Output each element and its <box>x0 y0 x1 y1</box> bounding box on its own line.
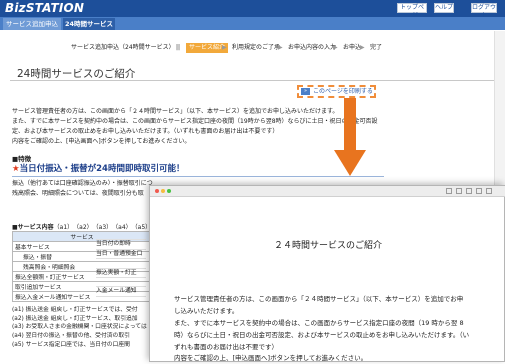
print-page-link[interactable]: » このページを印刷する <box>297 85 376 98</box>
print-preview-window: ２４時間サービスのご紹介 サービス管理責任者の方は、この画面から「２４時間サービ… <box>149 185 505 362</box>
features-desc: 振込（他行あては口座確認振込のみ）・振替取引につ <box>12 180 153 187</box>
step-terms: 利用規定のご了承 <box>232 44 281 51</box>
print-icon: » <box>301 88 310 95</box>
arrow-down-icon <box>344 98 356 150</box>
logout-link[interactable]: ログアウト <box>471 3 497 19</box>
step-indicator: サービス追加申込（24時間サービス） || サービス紹介 ▶ 利用規定のご了承 … <box>0 43 505 53</box>
step-apply: お申込 <box>343 44 362 51</box>
toolbar-icon[interactable] <box>476 188 482 194</box>
print-link-label: このページを印刷する <box>313 88 373 95</box>
service-table-heading: ■サービス内容（a1） （a2） （a3） （a4） （a5） <box>12 222 151 231</box>
table-cell <box>96 278 146 288</box>
top-header: BizSTATION トップページ ヘルプ ログアウト <box>0 0 505 19</box>
step-arrow-icon: ▶ <box>360 44 365 51</box>
preview-line: サービス管理責任者の方は、この画面から「２４時間サービス」（以下、本サービス）を… <box>174 295 464 303</box>
service-refs: （a1） （a2） （a3） （a4） （a5） <box>53 224 152 231</box>
table-cell: 振込実額・訂正 <box>96 269 146 278</box>
toolbar-icon[interactable] <box>466 188 472 194</box>
step-done: 完了 <box>370 44 383 51</box>
step-arrow-icon: ▶ <box>222 44 227 51</box>
service-desc-column: 当日付の即時 当日・普通預金口 振込実額・訂正 入金メール通知 <box>96 231 146 306</box>
features-desc: 残高照会、明細照会については、夜間取引分も取 <box>12 190 144 197</box>
maximize-icon[interactable] <box>167 189 171 193</box>
intro-line: 定、および本サービスの取止めをお申し込みいただけます。（いずれも書面のお届け出は… <box>12 128 279 135</box>
step-input: お申込内容の入力 <box>288 44 337 51</box>
service-notes: (a1) 振込送金 組戻し・訂正サービスでは、受付 (a2) 振込送金 組戻し・… <box>12 306 147 350</box>
service-heading-text: ■サービス内容 <box>12 224 54 231</box>
arrow-head-icon <box>334 150 366 176</box>
preview-line: 内容をご確認の上、[申込画面へ]ボタンを押してお進みください。 <box>174 354 368 362</box>
bizstation-logo: BizSTATION <box>5 1 85 15</box>
tab-service-add[interactable]: サービス追加申込 <box>3 18 61 30</box>
toolbar-icon[interactable] <box>456 188 462 194</box>
toolbar-icon[interactable] <box>446 188 452 194</box>
section-divider <box>12 176 384 177</box>
note-line: (a4) 翌日付の振込・振替の他、受付済の取引 <box>12 333 130 340</box>
preview-line: 時）ならびに土日・祝日の出金可否設定、および本サービスの取止めをお申し込みいただ… <box>174 331 470 339</box>
step-arrow-icon: ▶ <box>278 44 283 51</box>
tab-24h-service[interactable]: 24時間サービス <box>63 18 115 30</box>
help-link[interactable]: ヘルプ <box>434 3 454 13</box>
step-arrow-icon: ▶ <box>333 44 338 51</box>
toolbar-icon[interactable] <box>486 188 492 194</box>
preview-title: ２４時間サービスのご紹介 <box>273 241 382 251</box>
table-cell: 入金メール通知 <box>96 287 146 297</box>
table-cell: 当日・普通預金口 <box>96 250 146 260</box>
intro-line: また、すでに本サービスを契約中の場合は、この画面からサービス指定口座の夜間（19… <box>12 118 378 125</box>
features-highlight: ★当日付振込・振替が24時間即時取引可能！ <box>12 162 384 174</box>
steps-title: サービス追加申込（24時間サービス） <box>71 44 175 51</box>
title-divider <box>10 80 498 81</box>
highlight-text: 当日付振込・振替が24時間即時取引可能！ <box>19 164 185 174</box>
tab-bar: サービス追加申込 24時間サービス <box>0 17 505 30</box>
steps-separator: || <box>176 44 181 51</box>
note-line: (a3) お受取人さまの金融機関・口座状況によっては <box>12 324 147 331</box>
minimize-icon[interactable] <box>161 189 165 193</box>
preview-line: また、すでに本サービスを契約中の場合は、この画面からサービス指定口座の夜間（19… <box>174 319 464 327</box>
top-page-link[interactable]: トップページ <box>397 3 427 19</box>
table-cell: 当日付の即時 <box>96 240 146 250</box>
intro-line: 内容をご確認の上、[申込画面へ]ボタンを押してお進みください。 <box>12 138 191 145</box>
note-line: (a2) 振込送金 組戻し・訂正サービス、取引追加 <box>12 315 138 322</box>
table-cell <box>96 259 146 269</box>
page-title: 24時間サービスのご紹介 <box>17 68 136 80</box>
note-line: (a5) サービス指定口座では、当日付の口座間 <box>12 341 130 348</box>
preview-line: し込みいただけます。 <box>174 307 239 315</box>
intro-line: サービス管理責任者の方は、この画面から「２４時間サービス」（以下、本サービス）を… <box>12 108 339 115</box>
close-icon[interactable] <box>155 189 159 193</box>
preview-titlebar <box>150 186 505 197</box>
table-cell <box>96 231 146 241</box>
note-line: (a1) 振込送金 組戻し・訂正サービスでは、受付 <box>12 307 138 313</box>
star-icon: ★ <box>12 164 20 174</box>
